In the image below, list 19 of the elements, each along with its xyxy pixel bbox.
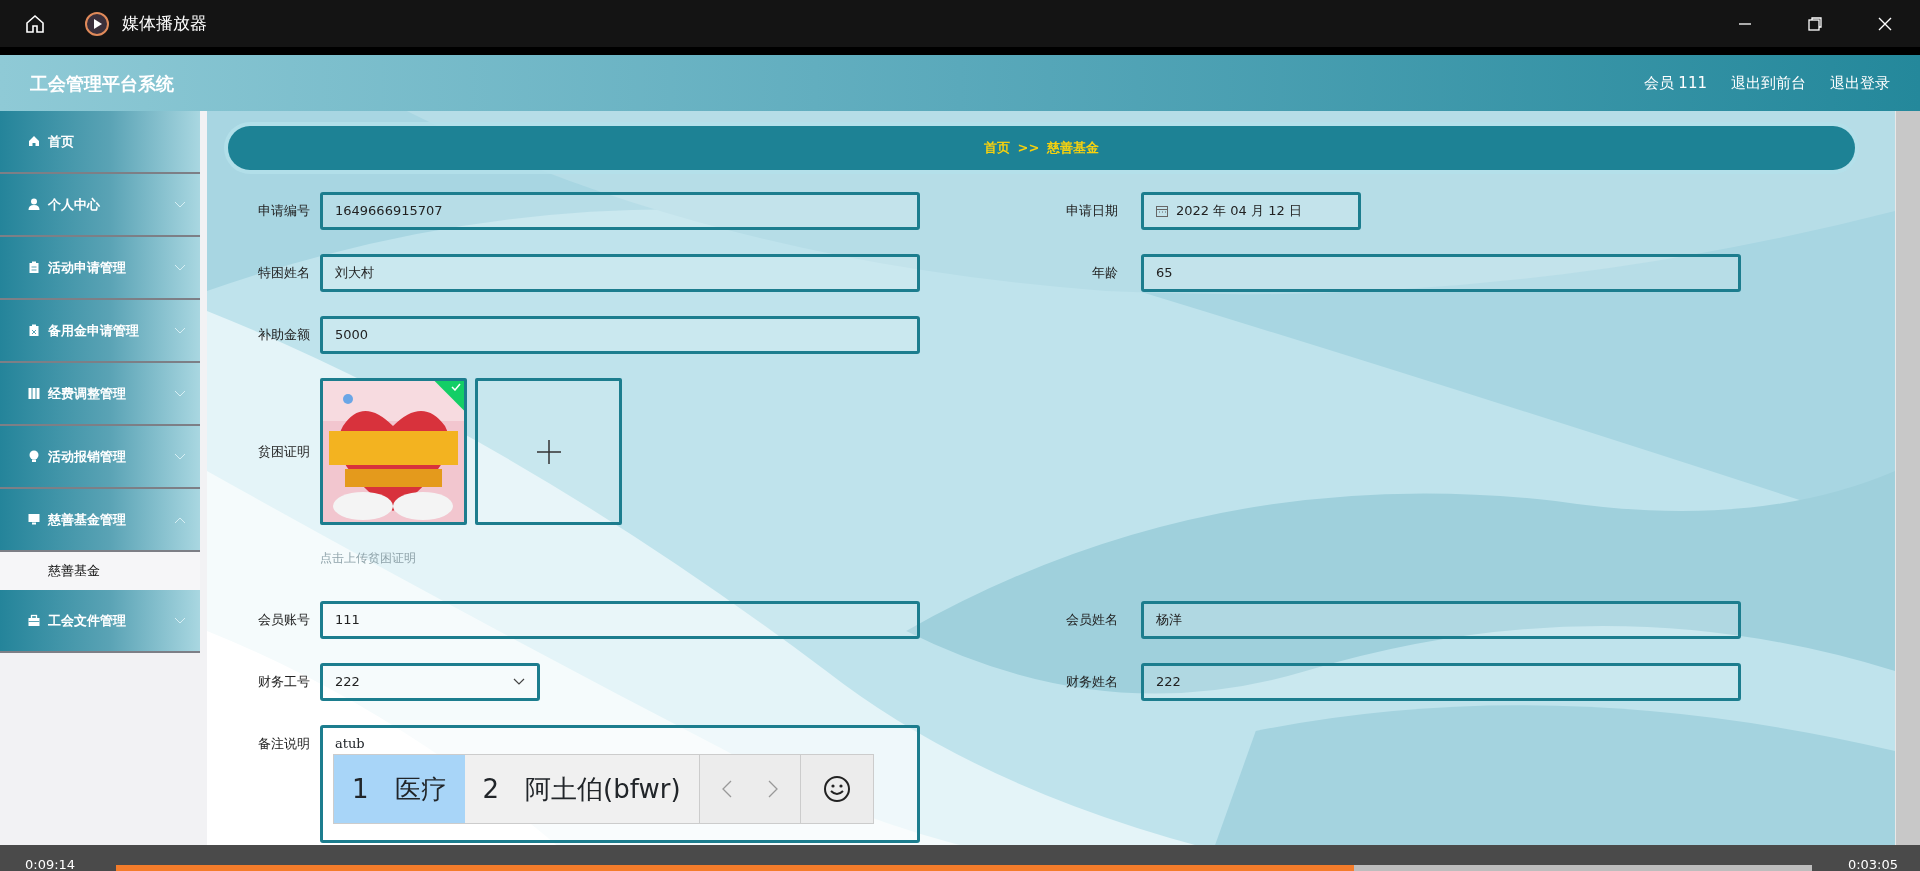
nav-link[interactable]: 退出到前台 xyxy=(1731,71,1806,95)
clipboard-icon xyxy=(28,324,40,337)
monitor-icon xyxy=(28,513,40,526)
restore-icon[interactable] xyxy=(1807,15,1823,32)
nav-link[interactable]: 退出登录 xyxy=(1830,71,1890,95)
submenu-item[interactable]: 慈善基金 xyxy=(0,552,200,590)
app-title: 工会管理平台系统 xyxy=(30,71,174,96)
close-icon[interactable] xyxy=(1877,15,1893,32)
clipboard-icon xyxy=(28,261,40,274)
media-icon xyxy=(84,10,110,37)
home-icon xyxy=(28,135,40,148)
window-title: 媒体播放器 xyxy=(122,11,207,35)
user-link[interactable]: 会员 111 xyxy=(1643,71,1707,95)
briefcase-icon xyxy=(28,614,40,627)
home-icon[interactable] xyxy=(24,12,46,35)
lightbulb-icon xyxy=(28,450,40,463)
user-icon xyxy=(28,198,40,211)
time-elapsed: 0:09:14 xyxy=(25,858,76,871)
books-icon xyxy=(28,387,40,400)
